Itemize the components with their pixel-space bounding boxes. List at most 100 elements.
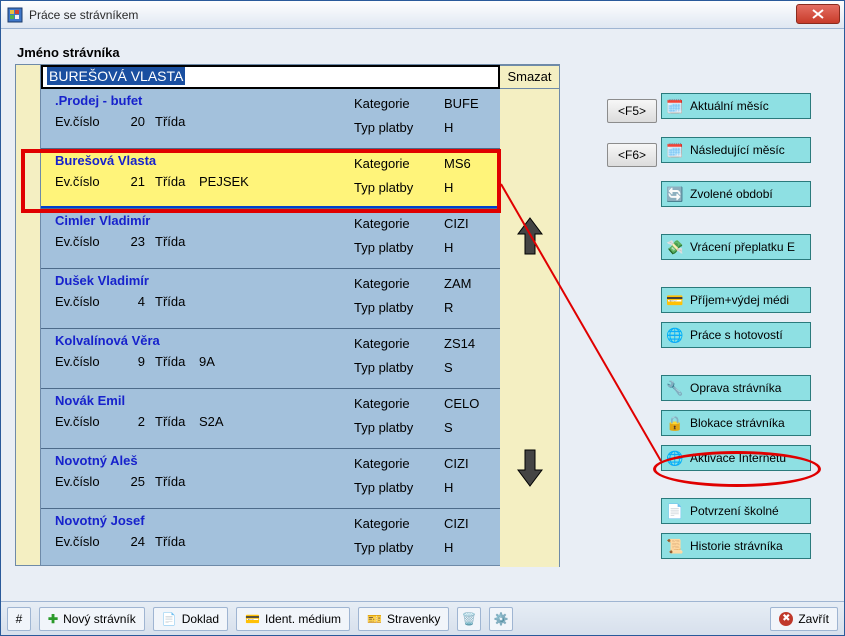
kategorie-label: Kategorie (354, 336, 434, 351)
lock-icon: 🔒 (666, 414, 684, 432)
kategorie-value: CIZI (444, 216, 494, 231)
action-zvolene-obdobi[interactable]: 🔄 Zvolené období (661, 181, 811, 207)
typplatby-label: Typ platby (354, 360, 434, 375)
trida-value (199, 114, 279, 129)
ev-value: 20 (115, 114, 155, 129)
search-input[interactable]: BUREŠOVÁ VLASTA (41, 65, 500, 89)
action-aktivace-internetu[interactable]: 🌐 Aktivace Internetu (661, 445, 811, 471)
ev-label: Ev.číslo (55, 534, 115, 549)
kategorie-label: Kategorie (354, 276, 434, 291)
table-row[interactable]: Kolvalínová VěraEv.číslo9Třída9AKategori… (41, 329, 500, 389)
ev-label: Ev.číslo (55, 414, 115, 429)
zavrit-button[interactable]: ✖ Zavřít (770, 607, 838, 631)
trida-label: Třída (155, 114, 199, 129)
ev-value: 4 (115, 294, 155, 309)
close-button[interactable] (796, 4, 840, 24)
calendar-icon: 🗓️ (666, 97, 684, 115)
card-icon: 💳 (245, 612, 260, 626)
gear-button[interactable]: ⚙️ (489, 607, 513, 631)
typplatby-label: Typ platby (354, 240, 434, 255)
ev-value: 21 (115, 174, 155, 189)
action-prijem-vydej[interactable]: 💳 Příjem+výdej médi (661, 287, 811, 313)
table-row[interactable]: Dušek VladimírEv.číslo4TřídaKategorieZAM… (41, 269, 500, 329)
ev-label: Ev.číslo (55, 174, 115, 189)
close-icon (812, 9, 824, 19)
plus-icon: ✚ (48, 612, 58, 626)
ev-label: Ev.číslo (55, 474, 115, 489)
trida-value: PEJSEK (199, 174, 279, 189)
action-prace-hotovost[interactable]: 🌐 Práce s hotovostí (661, 322, 811, 348)
trida-value (199, 294, 279, 309)
arrow-down-icon (517, 448, 543, 488)
trida-value (199, 474, 279, 489)
typplatby-value: H (444, 120, 494, 135)
refund-icon: 💸 (666, 238, 684, 256)
document-icon: 📄 (162, 612, 177, 626)
trida-label: Třída (155, 474, 199, 489)
table-row[interactable]: ▶Burešová VlastaEv.číslo21TřídaPEJSEKKat… (41, 149, 500, 209)
row-gutter (16, 65, 41, 565)
kategorie-label: Kategorie (354, 156, 434, 171)
typplatby-label: Typ platby (354, 180, 434, 195)
typplatby-value: H (444, 540, 494, 555)
typplatby-value: H (444, 240, 494, 255)
typplatby-label: Typ platby (354, 120, 434, 135)
app-icon (7, 7, 23, 23)
trida-value (199, 534, 279, 549)
kategorie-label: Kategorie (354, 216, 434, 231)
doklad-button[interactable]: 📄 Doklad (153, 607, 228, 631)
typplatby-value: R (444, 300, 494, 315)
action-nasledujici-mesic[interactable]: 🗓️ Následující měsíc (661, 137, 811, 163)
ev-value: 9 (115, 354, 155, 369)
action-vraceni-preplatku[interactable]: 💸 Vrácení přeplatku E (661, 234, 811, 260)
trida-label: Třída (155, 174, 199, 189)
kategorie-label: Kategorie (354, 396, 434, 411)
typplatby-value: H (444, 180, 494, 195)
table-row[interactable]: Cimler VladimírEv.číslo23TřídaKategorieC… (41, 209, 500, 269)
internet-icon: 🌐 (666, 449, 684, 467)
ident-medium-button[interactable]: 💳 Ident. médium (236, 607, 350, 631)
f5-hint[interactable]: <F5> (607, 99, 657, 123)
period-icon: 🔄 (666, 185, 684, 203)
table-row[interactable]: Novotný JosefEv.číslo24TřídaKategorieCIZ… (41, 509, 500, 565)
ev-value: 24 (115, 534, 155, 549)
ev-label: Ev.číslo (55, 114, 115, 129)
kategorie-value: MS6 (444, 156, 494, 171)
table-row[interactable]: .Prodej - bufetEv.číslo20TřídaKategorieB… (41, 89, 500, 149)
typplatby-label: Typ platby (354, 480, 434, 495)
stravenky-button[interactable]: 🎫 Stravenky (358, 607, 449, 631)
history-icon: 📜 (666, 537, 684, 555)
smazat-column: Smazat (500, 65, 560, 567)
novy-stravnik-button[interactable]: ✚ Nový strávník (39, 607, 145, 631)
kategorie-value: ZS14 (444, 336, 494, 351)
table-row[interactable]: Novák EmilEv.číslo2TřídaS2AKategorieCELO… (41, 389, 500, 449)
confirm-icon: 📄 (666, 502, 684, 520)
kategorie-label: Kategorie (354, 96, 434, 111)
typplatby-value: H (444, 480, 494, 495)
trida-label: Třída (155, 234, 199, 249)
scroll-up-button[interactable] (503, 205, 557, 267)
action-potvrzeni-skolne[interactable]: 📄 Potvrzení školné (661, 498, 811, 524)
action-historie-stravnika[interactable]: 📜 Historie strávníka (661, 533, 811, 559)
kategorie-value: BUFE (444, 96, 494, 111)
kategorie-value: CIZI (444, 516, 494, 531)
trida-value: 9A (199, 354, 279, 369)
action-oprava-stravnika[interactable]: 🔧 Oprava strávníka (661, 375, 811, 401)
ev-value: 25 (115, 474, 155, 489)
smazat-header: Smazat (500, 65, 559, 89)
trash-icon: 🗑️ (462, 612, 477, 626)
ev-label: Ev.číslo (55, 294, 115, 309)
scroll-down-button[interactable] (503, 437, 557, 499)
action-aktualni-mesic[interactable]: 🗓️ Aktuální měsíc (661, 93, 811, 119)
calendar-next-icon: 🗓️ (666, 141, 684, 159)
wrench-icon: 🔧 (666, 379, 684, 397)
close-red-icon: ✖ (779, 612, 793, 626)
table-row[interactable]: Novotný AlešEv.číslo25TřídaKategorieCIZI… (41, 449, 500, 509)
ticket-icon: 🎫 (367, 612, 382, 626)
f6-hint[interactable]: <F6> (607, 143, 657, 167)
hash-button[interactable]: # (7, 607, 31, 631)
kategorie-label: Kategorie (354, 516, 434, 531)
action-blokace-stravnika[interactable]: 🔒 Blokace strávníka (661, 410, 811, 436)
trash-button[interactable]: 🗑️ (457, 607, 481, 631)
typplatby-value: S (444, 360, 494, 375)
